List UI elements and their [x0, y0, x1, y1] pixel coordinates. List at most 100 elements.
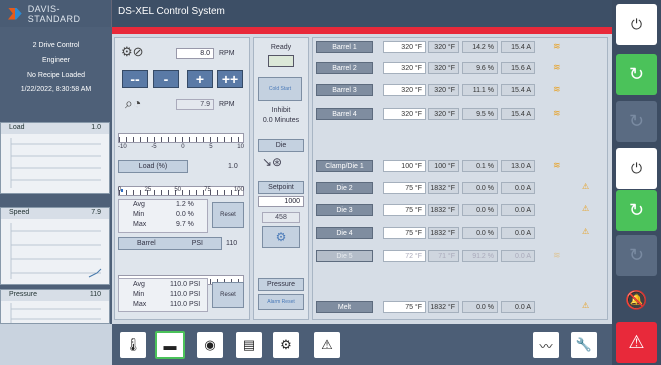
zone-pct: 0.0 % — [462, 204, 498, 216]
zone-amp: 0.0 A — [501, 227, 535, 239]
setpoint-unit: RPM — [219, 50, 235, 57]
zone-setpoint-input[interactable]: 75 °F — [383, 227, 426, 239]
load-reset-button[interactable]: Reset — [212, 202, 244, 228]
die-control-icon[interactable]: ⚙ — [262, 226, 300, 248]
decrease-button[interactable]: - — [153, 70, 179, 88]
stop-cycle-button[interactable]: ↻ — [616, 101, 657, 142]
book-icon[interactable]: ▤ — [236, 332, 262, 358]
die-start-button[interactable]: ↻ — [616, 190, 657, 231]
thermometer-icon[interactable]: 🌡 — [120, 332, 146, 358]
extruder-icon[interactable]: ▬ — [155, 331, 185, 359]
heater-icon: ≋ — [553, 84, 561, 94]
zone-pct: 9.6 % — [462, 62, 498, 74]
load-trend-plot — [10, 138, 101, 188]
zone-name[interactable]: Barrel 4 — [316, 108, 373, 120]
die-actual-display: 458 — [262, 212, 300, 223]
pressure-min: 110.0 PSI — [170, 291, 201, 298]
acknowledge-alarm-icon[interactable]: ⚠ — [616, 322, 657, 363]
pressure-reset-button[interactable]: Reset — [212, 282, 244, 308]
ready-indicator — [268, 55, 294, 67]
zone-setpoint-input[interactable]: 320 °F — [383, 62, 426, 74]
graph-label: Pressure — [9, 291, 38, 298]
heater-icon: ≋ — [553, 250, 561, 260]
avg-label: Avg — [133, 281, 145, 288]
speed-trend-graph[interactable]: Speed 7.9 — [0, 207, 110, 285]
start-cycle-button[interactable]: ↻ — [616, 54, 657, 95]
warning-icon: ⚠ — [582, 301, 590, 310]
speedometer-icon: ⌕◔ — [125, 95, 142, 111]
power-die-icon[interactable]: ⏻ — [616, 148, 657, 189]
pressure-max: 110.0 PSI — [170, 301, 201, 308]
warning-icon: ⚠ — [582, 182, 590, 191]
zone-name[interactable]: Die 4 — [316, 227, 373, 239]
zone-amp: 0.0 A — [501, 182, 535, 194]
zone-setpoint-input[interactable]: 320 °F — [383, 108, 426, 120]
zone-act: 1832 °F — [428, 182, 459, 194]
warning-icon: ⚠ — [582, 204, 590, 213]
zone-act: 1832 °F — [428, 301, 459, 313]
logo-text: DAVIS-STANDARD — [27, 3, 81, 24]
zone-act: 320 °F — [428, 41, 459, 53]
zone-amp: 0.0 A — [501, 250, 535, 262]
max-label: Max — [133, 301, 147, 308]
zone-amp: 0.0 A — [501, 301, 535, 313]
zone-amp: 15.4 A — [501, 84, 535, 96]
zone-name[interactable]: Barrel 3 — [316, 84, 373, 96]
increase-button[interactable]: + — [187, 70, 213, 88]
die-pump-icon: ↘⊛ — [262, 155, 283, 169]
power-extruder-icon[interactable]: ⏻ — [616, 4, 657, 45]
graph-label: Speed — [9, 209, 30, 216]
speed-actual-display: 7.9 — [176, 99, 214, 110]
cold-start-button[interactable]: Cold Start — [258, 77, 302, 101]
graph-value: 1.0 — [91, 124, 101, 131]
barrel-pressure-header: Barrel PSI — [118, 237, 222, 250]
die-setpoint-input[interactable]: 1000 — [258, 196, 304, 207]
zone-name[interactable]: Die 5 — [316, 250, 373, 262]
silence-alarm-icon[interactable]: 🔕 — [616, 280, 657, 321]
zone-setpoint-input[interactable]: 320 °F — [383, 84, 426, 96]
zone-setpoint-input[interactable]: 100 °F — [383, 160, 426, 172]
zone-name[interactable]: Barrel 1 — [316, 41, 373, 53]
zone-pct: 0.0 % — [462, 227, 498, 239]
gears-icon[interactable]: ⚙ — [273, 332, 299, 358]
zone-pct: 14.2 % — [462, 41, 498, 53]
speed-setpoint-input[interactable]: 8.0 — [176, 48, 214, 59]
zone-setpoint-input[interactable]: 320 °F — [383, 41, 426, 53]
zone-name[interactable]: Clamp/Die 1 — [316, 160, 373, 172]
temperature-zones-panel — [312, 37, 608, 320]
zone-act: 320 °F — [428, 108, 459, 120]
zone-act: 1832 °F — [428, 204, 459, 216]
fast-increase-button[interactable]: ++ — [217, 70, 243, 88]
eye-icon[interactable]: ◉ — [197, 332, 223, 358]
zone-pct: 9.5 % — [462, 108, 498, 120]
die-stop-button[interactable]: ↻ — [616, 235, 657, 276]
zone-act: 100 °F — [428, 160, 459, 172]
alarm-reset-button[interactable]: Alarm Reset — [258, 294, 304, 310]
ready-label: Ready — [270, 44, 292, 51]
heater-icon: ≋ — [553, 62, 561, 72]
speed-trend-plot — [10, 223, 102, 279]
load-value: 1.0 — [228, 163, 238, 170]
maintenance-wrench-icon[interactable]: 🔧 — [571, 332, 597, 358]
pressure-trend-graph[interactable]: Pressure 110 — [0, 289, 110, 324]
zone-setpoint-input[interactable]: 72 °F — [383, 250, 426, 262]
zone-name[interactable]: Melt — [316, 301, 373, 313]
fast-decrease-button[interactable]: -- — [122, 70, 148, 88]
zone-name[interactable]: Barrel 2 — [316, 62, 373, 74]
zone-name[interactable]: Die 3 — [316, 204, 373, 216]
logo-mark-icon — [8, 7, 22, 20]
load-avg: 1.2 % — [176, 201, 194, 208]
zone-act: 1832 °F — [428, 227, 459, 239]
trend-chart-icon[interactable]: 〰 — [533, 332, 559, 358]
zone-act: 320 °F — [428, 62, 459, 74]
alarm-warning-icon[interactable]: ⚠ — [314, 332, 340, 358]
zone-name[interactable]: Die 2 — [316, 182, 373, 194]
zone-setpoint-input[interactable]: 75 °F — [383, 204, 426, 216]
app-title: DS-XEL Control System — [118, 6, 225, 17]
load-trend-graph[interactable]: Load 1.0 — [0, 122, 110, 194]
zone-setpoint-input[interactable]: 75 °F — [383, 182, 426, 194]
avg-label: Avg — [133, 201, 145, 208]
heater-icon: ≋ — [553, 108, 561, 118]
die-label: Die — [258, 139, 304, 152]
zone-setpoint-input[interactable]: 75 °F — [383, 301, 426, 313]
